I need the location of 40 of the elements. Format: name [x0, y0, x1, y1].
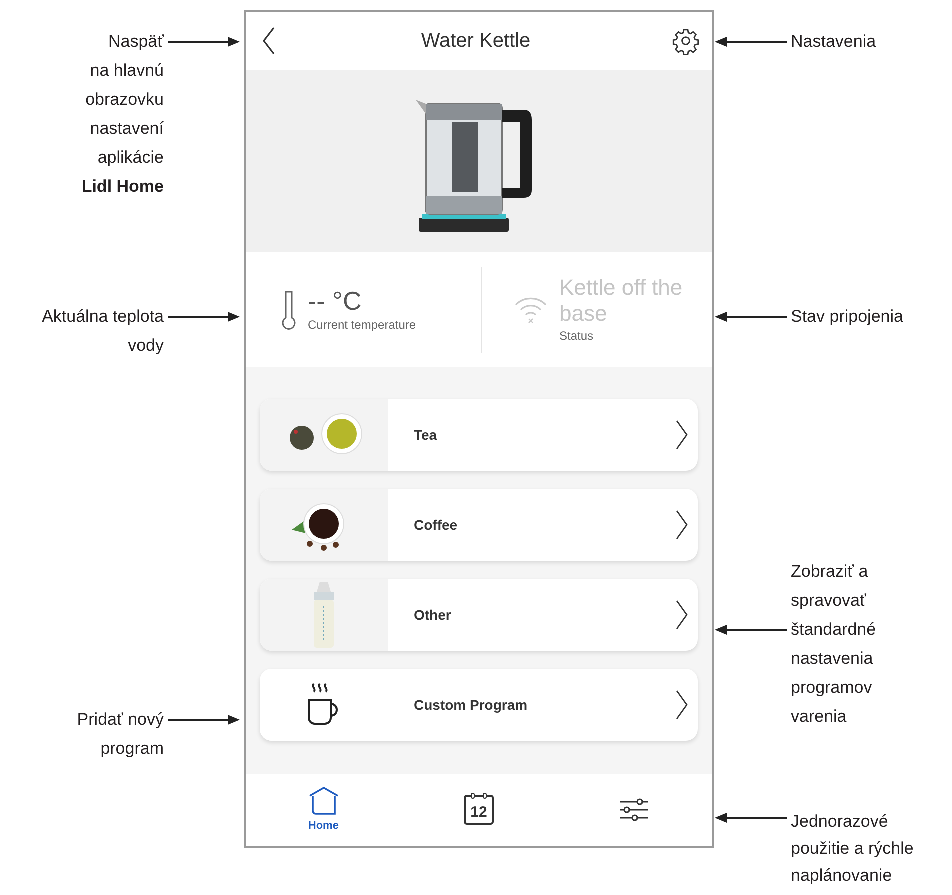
callout-arrow	[715, 812, 787, 824]
screen-title: Water Kettle	[421, 29, 531, 54]
status-label: Status	[560, 328, 595, 344]
program-card[interactable]: Tea	[260, 399, 698, 471]
program-label: Tea	[414, 426, 438, 444]
status-reading: Kettle off the base	[560, 274, 684, 326]
settings-icon	[672, 27, 700, 55]
callout-arrow	[168, 311, 240, 323]
callout-text: Pridať nový program	[76, 709, 164, 760]
callout-arrow	[715, 36, 787, 48]
program-card[interactable]: Coffee	[260, 489, 698, 561]
callout-text: Stav pripojenia	[791, 306, 904, 328]
chevron-right-icon	[676, 690, 688, 720]
home-icon	[308, 786, 340, 816]
callout-arrow	[168, 714, 240, 726]
callout-text: Jednorazové použitie a rýchle naplánovanie	[791, 811, 915, 887]
temperature-label: Current temperature	[308, 316, 416, 334]
sliders-icon	[618, 797, 650, 823]
program-card[interactable]: Other	[260, 579, 698, 651]
callout-arrow	[715, 311, 787, 323]
chevron-right-icon	[676, 510, 688, 540]
program-card[interactable]: Custom Program	[260, 669, 698, 741]
temperature-reading: -- °C	[308, 286, 363, 316]
chevron-left-icon	[262, 26, 276, 56]
callout-arrow	[168, 36, 240, 48]
callout-text: Nastavenia	[791, 31, 878, 53]
calendar-icon: 12	[464, 795, 494, 825]
callout-text: Naspäť na hlavnú obrazovku nastavení aplikácie Lidl Home	[80, 31, 164, 198]
chevron-right-icon	[676, 600, 688, 630]
callout-text: Aktuálna teplota vody	[41, 306, 164, 357]
thermometer-icon	[282, 290, 296, 330]
chevron-right-icon	[676, 420, 688, 450]
program-label: Custom Program	[414, 696, 529, 715]
callout-arrow	[715, 624, 787, 636]
callout-text: Zobraziť a spravovať štandardné nastavenia programov varenia	[791, 561, 878, 728]
baby-bottle-photo	[314, 582, 334, 648]
home-tab[interactable]: Home	[278, 780, 369, 840]
program-label: Other	[414, 606, 452, 624]
calendar-tab[interactable]: 12	[434, 780, 524, 840]
program-label: Coffee	[414, 516, 459, 534]
